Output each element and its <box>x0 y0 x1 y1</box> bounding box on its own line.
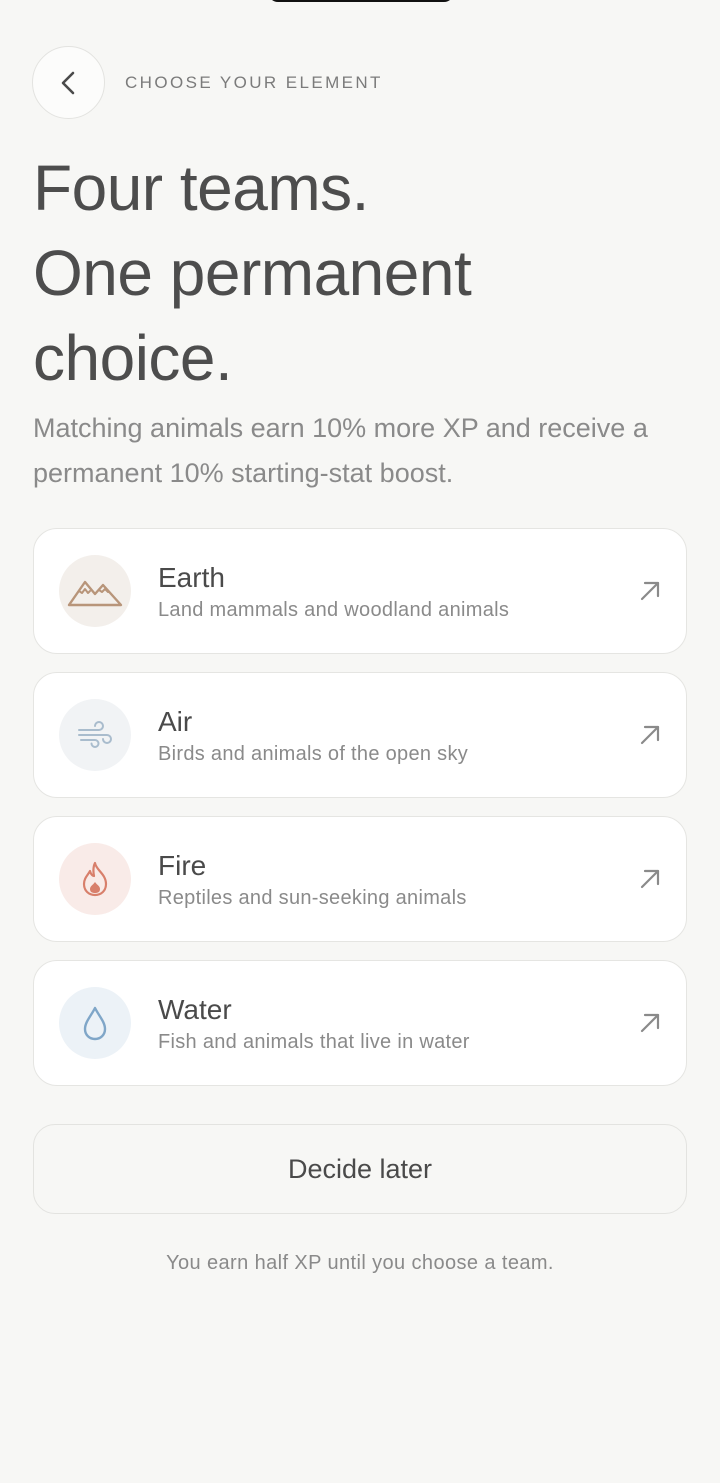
chevron-left-icon <box>61 71 74 94</box>
decide-later-button[interactable]: Decide later <box>33 1124 687 1214</box>
team-name: Fire <box>158 849 207 881</box>
team-name: Air <box>158 705 193 737</box>
team-name: Earth <box>158 561 225 593</box>
team-icon-badge <box>59 987 131 1059</box>
title-line-3: choice. <box>33 322 233 394</box>
team-icon-badge <box>59 843 131 915</box>
page-subtitle: Matching animals earn 10% more XP and re… <box>33 413 648 488</box>
droplet-icon <box>83 1006 107 1041</box>
team-icon-badge <box>59 555 131 627</box>
wind-icon <box>78 721 112 748</box>
team-card-fire[interactable]: Fire Reptiles and sun-seeking animals <box>33 816 687 942</box>
title-line-2: One permanent <box>33 237 472 309</box>
team-icon-badge <box>59 699 131 771</box>
footnote-text: You earn half XP until you choose a team… <box>166 1252 554 1274</box>
mountain-icon <box>67 580 123 607</box>
arrow-up-right-icon <box>638 579 662 603</box>
title-line-1: Four teams. <box>33 152 369 224</box>
team-description: Fish and animals that live in water <box>158 1030 470 1053</box>
arrow-up-right-icon <box>638 867 662 891</box>
team-card-earth[interactable]: Earth Land mammals and woodland animals <box>33 528 687 654</box>
team-card-air[interactable]: Air Birds and animals of the open sky <box>33 672 687 798</box>
back-button[interactable] <box>32 46 105 119</box>
team-card-water[interactable]: Water Fish and animals that live in wate… <box>33 960 687 1086</box>
page-title: Four teams. One permanent choice. <box>33 146 693 401</box>
header: CHOOSE YOUR ELEMENT <box>32 46 383 119</box>
arrow-up-right-icon <box>638 723 662 747</box>
page-eyebrow: CHOOSE YOUR ELEMENT <box>125 72 383 92</box>
device-notch <box>268 0 454 2</box>
team-list: Earth Land mammals and woodland animals … <box>33 528 687 1104</box>
team-description: Land mammals and woodland animals <box>158 598 510 621</box>
flame-icon <box>82 861 108 897</box>
team-name: Water <box>158 993 232 1025</box>
team-description: Birds and animals of the open sky <box>158 742 469 765</box>
team-description: Reptiles and sun-seeking animals <box>158 886 467 909</box>
arrow-up-right-icon <box>638 1011 662 1035</box>
